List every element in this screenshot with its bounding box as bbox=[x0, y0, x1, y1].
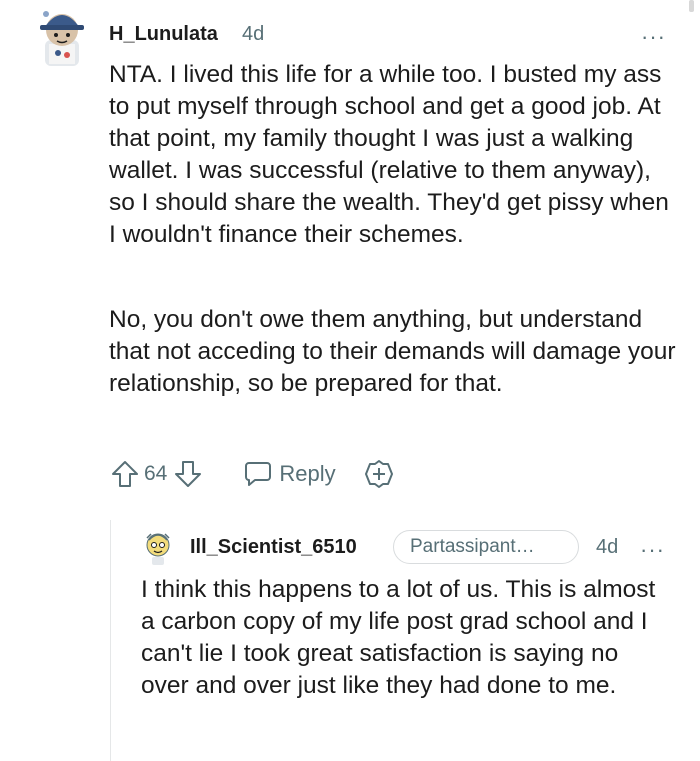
reply-more-options-icon[interactable]: ··· bbox=[640, 539, 665, 561]
user-flair-badge: Partassipant… bbox=[393, 530, 579, 564]
reply-age: 4d bbox=[596, 536, 619, 558]
comment-author[interactable]: H_Lunulata bbox=[109, 23, 218, 46]
reply-label: Reply bbox=[279, 461, 336, 486]
vote-count: 64 bbox=[144, 462, 168, 485]
comment-paragraph-1: NTA. I lived this life for a while too. … bbox=[109, 61, 669, 248]
comment-bubble-icon bbox=[245, 462, 272, 486]
add-award-icon[interactable] bbox=[364, 459, 394, 489]
reply-button[interactable]: Reply bbox=[243, 460, 336, 488]
comment-paragraph-2: No, you don't owe them anything, but und… bbox=[109, 306, 676, 397]
reply-author[interactable]: Ill_Scientist_6510 bbox=[190, 536, 357, 559]
reply-user-avatar[interactable] bbox=[143, 530, 173, 566]
more-options-icon[interactable]: ··· bbox=[641, 26, 666, 48]
downvote-icon[interactable] bbox=[173, 459, 203, 489]
reply-text: I think this happens to a lot of us. Thi… bbox=[141, 576, 656, 699]
scrollbar-thumb[interactable] bbox=[689, 0, 694, 12]
user-avatar[interactable] bbox=[36, 6, 88, 66]
comment-age: 4d bbox=[242, 23, 265, 45]
comment-actions: 64 Reply bbox=[110, 458, 394, 490]
thread-line[interactable] bbox=[110, 520, 111, 761]
upvote-icon[interactable] bbox=[110, 459, 140, 489]
